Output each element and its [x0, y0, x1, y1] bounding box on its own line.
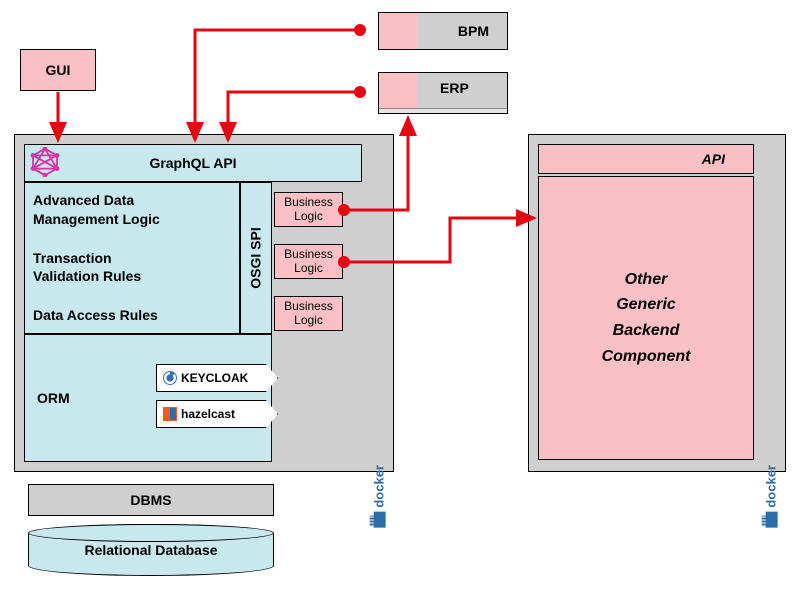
hazelcast-icon: [163, 407, 177, 421]
bl2-label: Business Logic: [284, 248, 333, 274]
bl3-label: Business Logic: [284, 300, 333, 326]
bpm-label: BPM: [458, 23, 489, 39]
adv-group-1: Advanced Data Management Logic: [33, 191, 231, 229]
erp-pink-part: [378, 72, 417, 110]
api-box: API: [538, 144, 754, 174]
adv-line-2: Management Logic: [33, 210, 231, 229]
dbms-label: DBMS: [130, 492, 171, 508]
docker-icon: [766, 512, 778, 528]
other-l2: Generic: [602, 292, 691, 318]
hazelcast-tag: hazelcast: [156, 400, 278, 428]
other-backend-box: Other Generic Backend Component: [538, 176, 754, 460]
db-cylinder: Relational Database: [28, 524, 274, 576]
keycloak-tag: KEYCLOAK: [156, 364, 278, 392]
adv-line-5: Data Access Rules: [33, 306, 231, 325]
adv-line-4: Validation Rules: [33, 267, 231, 286]
relational-db: Relational Database: [28, 524, 274, 576]
orm-label: ORM: [37, 390, 70, 406]
docker-text: docker: [764, 465, 779, 508]
hazelcast-label: hazelcast: [181, 407, 235, 421]
api-label: API: [702, 151, 725, 167]
docker-label-left: docker: [372, 465, 387, 528]
other-l1: Other: [602, 267, 691, 293]
bl1-label: Business Logic: [284, 196, 333, 222]
bpm-box: BPM: [378, 12, 508, 50]
business-logic-3: Business Logic: [274, 296, 343, 331]
docker-text: docker: [372, 465, 387, 508]
erp-label: ERP: [440, 80, 469, 96]
business-logic-2: Business Logic: [274, 244, 343, 279]
orm-box: ORM: [24, 334, 272, 462]
graphql-label: GraphQL API: [149, 155, 236, 171]
reldb-label: Relational Database: [84, 542, 217, 558]
gui-label: GUI: [46, 62, 71, 78]
graphql-icon: [30, 147, 60, 177]
graphql-api-box: GraphQL API: [24, 144, 362, 182]
adv-group-2: Transaction Validation Rules: [33, 249, 231, 287]
keycloak-label: KEYCLOAK: [181, 371, 248, 385]
other-l3: Backend: [602, 318, 691, 344]
keycloak-icon: [163, 371, 177, 385]
docker-icon: [374, 512, 386, 528]
docker-label-right: docker: [764, 465, 779, 528]
adv-line-3: Transaction: [33, 249, 231, 268]
dbms-box: DBMS: [28, 484, 274, 516]
other-text: Other Generic Backend Component: [602, 267, 691, 369]
other-l4: Component: [602, 344, 691, 370]
osgi-spi-box: OSGI SPI: [240, 182, 272, 334]
adv-line-1: Advanced Data: [33, 191, 231, 210]
advanced-logic-box: Advanced Data Management Logic Transacti…: [24, 182, 240, 334]
gui-box: GUI: [20, 49, 96, 91]
business-logic-1: Business Logic: [274, 192, 343, 227]
erp-db-strip: [378, 108, 508, 114]
osgi-label: OSGI SPI: [248, 227, 264, 288]
